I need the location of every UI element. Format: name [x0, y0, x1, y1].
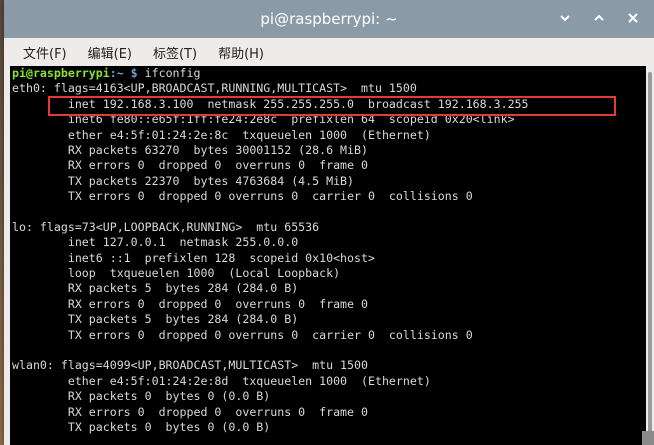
output-line: RX errors 0 dropped 0 overruns 0 frame 0 [12, 404, 368, 419]
output-line: TX packets 5 bytes 284 (284.0 B) [12, 312, 299, 327]
output-line: inet6 ::1 prefixlen 128 scopeid 0x10<hos… [12, 250, 375, 265]
chevron-down-icon [560, 15, 570, 22]
inet-highlight-box [48, 96, 616, 116]
output-line: TX errors 0 dropped 0 overruns 0 carrier… [12, 327, 473, 342]
maximize-button[interactable] [590, 9, 608, 27]
output-line: TX packets 22370 bytes 4763684 (4.5 MiB) [12, 173, 355, 188]
menu-help[interactable]: 帮助(H) [218, 43, 264, 62]
command-text: ifconfig [137, 66, 201, 80]
close-button[interactable] [624, 9, 642, 27]
output-line: RX errors 0 dropped 0 overruns 0 frame 0 [12, 158, 368, 173]
prompt-path: :~ $ [109, 66, 138, 80]
title-bar[interactable]: pi@raspberrypi: ~ [4, 0, 654, 38]
prompt-line: pi@raspberrypi:~ $ ifconfig [10, 66, 646, 81]
minimize-button[interactable] [556, 9, 574, 27]
scrollbar[interactable] [644, 72, 652, 438]
output-line: RX errors 0 dropped 0 overruns 0 frame 0 [12, 296, 368, 311]
output-line: loop txqueuelen 1000 (Local Loopback) [12, 266, 341, 281]
output-line: TX errors 0 dropped 0 overruns 0 carrier… [12, 189, 473, 204]
output-line: ether e4:5f:01:24:2e:8d txqueuelen 1000 … [12, 373, 431, 388]
output-line: RX packets 0 bytes 0 (0.0 B) [12, 389, 271, 404]
prompt-user: pi@raspberrypi [12, 66, 110, 80]
terminal-output[interactable]: pi@raspberrypi:~ $ ifconfig eth0: flags=… [10, 66, 646, 445]
output-line: ether e4:5f:01:24:2e:8c txqueuelen 1000 … [12, 127, 431, 142]
scroll-thumb[interactable] [648, 72, 652, 438]
resize-grip[interactable] [642, 431, 654, 445]
output-line: lo: flags=73<UP,LOOPBACK,RUNNING> mtu 65… [12, 219, 320, 234]
terminal-window: pi@raspberrypi: ~ 文件(F) 编辑(E) 标签(T) 帮助(H… [4, 0, 654, 445]
output-line: eth0: flags=4163<UP,BROADCAST,RUNNING,MU… [12, 81, 417, 96]
output-line: RX packets 5 bytes 284 (284.0 B) [12, 281, 299, 296]
menu-bar: 文件(F) 编辑(E) 标签(T) 帮助(H) [4, 38, 654, 66]
close-icon [628, 13, 638, 23]
menu-edit[interactable]: 编辑(E) [88, 43, 132, 62]
chevron-up-icon [594, 14, 604, 21]
output-line: inet 127.0.0.1 netmask 255.0.0.0 [12, 235, 299, 250]
menu-tabs[interactable]: 标签(T) [153, 43, 197, 62]
menu-file[interactable]: 文件(F) [23, 43, 67, 62]
output-line: RX packets 63270 bytes 30001152 (28.6 Mi… [12, 142, 368, 157]
output-line: TX packets 0 bytes 0 (0.0 B) [12, 419, 271, 434]
output-line: wlan0: flags=4099<UP,BROADCAST,MULTICAST… [12, 358, 368, 373]
